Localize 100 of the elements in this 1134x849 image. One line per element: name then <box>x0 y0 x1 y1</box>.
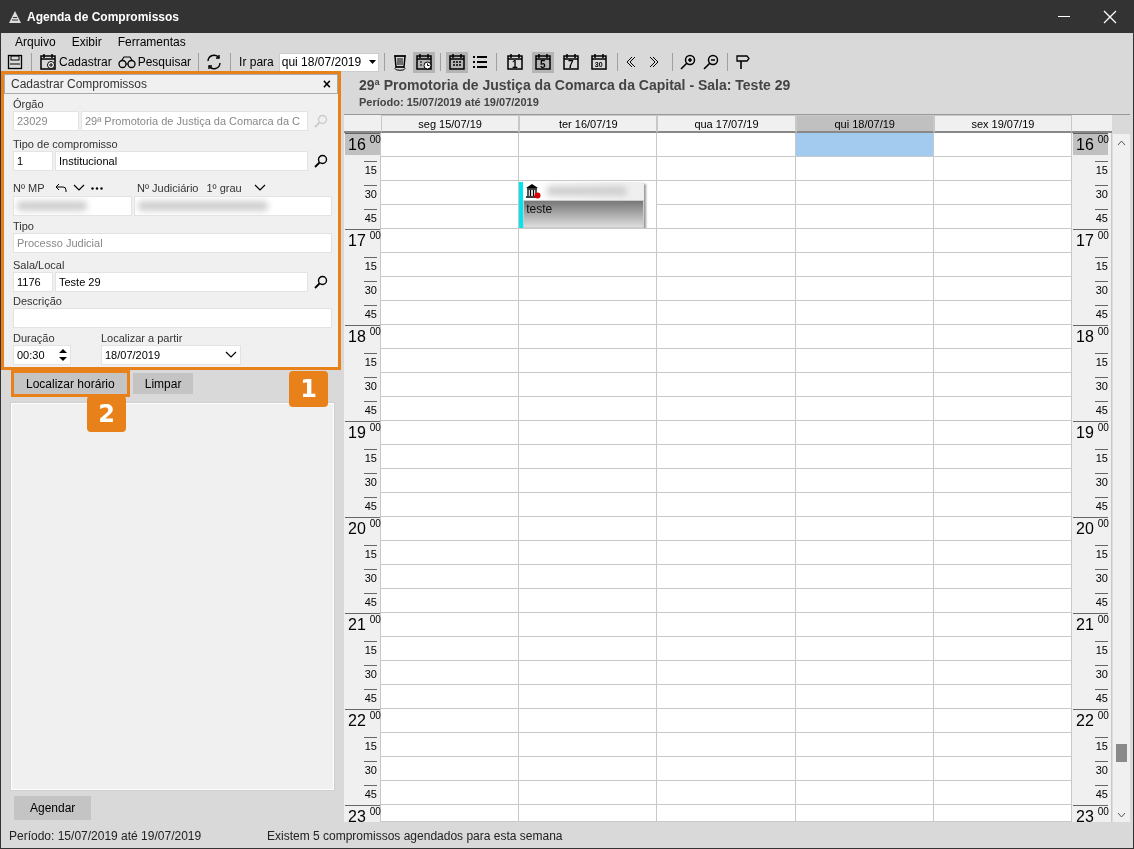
time-slot[interactable] <box>381 613 520 637</box>
time-slot[interactable] <box>933 133 1072 157</box>
time-slot[interactable] <box>519 157 658 181</box>
time-slot[interactable] <box>795 349 934 373</box>
day-header[interactable]: ter 16/07/19 <box>519 115 658 133</box>
day-header[interactable]: seg 15/07/19 <box>381 115 520 133</box>
time-slot[interactable] <box>519 445 658 469</box>
time-slot[interactable] <box>381 637 520 661</box>
time-slot[interactable] <box>933 229 1072 253</box>
date-dropdown[interactable]: qui 18/07/2019 <box>278 52 379 72</box>
day-header[interactable]: qua 17/07/19 <box>657 115 796 133</box>
description-field[interactable] <box>13 308 332 328</box>
time-slot[interactable] <box>657 661 796 685</box>
time-slot[interactable] <box>657 805 796 822</box>
day-view-button[interactable]: 1 <box>503 51 526 73</box>
time-slot[interactable] <box>381 133 520 157</box>
day-view-button[interactable]: 7 <box>559 51 582 73</box>
time-slot[interactable] <box>381 733 520 757</box>
close-button[interactable]: × <box>322 77 331 91</box>
time-slot[interactable] <box>519 373 658 397</box>
calendar-clock-button[interactable] <box>412 51 435 73</box>
time-slot[interactable] <box>795 277 934 301</box>
time-slot[interactable] <box>933 445 1072 469</box>
time-slot[interactable] <box>519 565 658 589</box>
time-slot[interactable] <box>519 397 658 421</box>
time-slot[interactable] <box>381 325 520 349</box>
time-slot[interactable] <box>795 733 934 757</box>
time-slot[interactable] <box>381 229 520 253</box>
time-slot[interactable] <box>657 685 796 709</box>
time-slot[interactable] <box>519 229 658 253</box>
time-slot[interactable] <box>933 805 1072 822</box>
time-slot[interactable] <box>933 349 1072 373</box>
time-slot[interactable] <box>519 637 658 661</box>
time-slot[interactable] <box>795 229 934 253</box>
time-slot[interactable] <box>657 589 796 613</box>
time-slot[interactable] <box>795 685 934 709</box>
time-slot[interactable] <box>795 517 934 541</box>
time-slot[interactable] <box>519 349 658 373</box>
time-slot[interactable] <box>933 517 1072 541</box>
time-slot[interactable] <box>933 781 1072 805</box>
name-field[interactable]: Institucional <box>55 151 308 171</box>
time-slot[interactable] <box>933 589 1072 613</box>
time-slot[interactable] <box>657 421 796 445</box>
calendar-grid-button[interactable] <box>445 51 468 73</box>
time-slot[interactable] <box>933 157 1072 181</box>
search-button[interactable]: Pesquisar <box>115 51 194 73</box>
time-slot[interactable] <box>657 397 796 421</box>
time-slot[interactable] <box>933 181 1072 205</box>
time-slot[interactable] <box>519 469 658 493</box>
time-slot[interactable] <box>519 805 658 822</box>
time-slot[interactable] <box>657 493 796 517</box>
menu-item[interactable]: Exibir <box>63 35 110 49</box>
time-slot[interactable] <box>657 517 796 541</box>
time-slot[interactable] <box>381 253 520 277</box>
time-slot[interactable] <box>519 613 658 637</box>
time-slot[interactable] <box>933 277 1072 301</box>
time-slot[interactable] <box>519 589 658 613</box>
time-slot[interactable] <box>933 661 1072 685</box>
time-slot[interactable] <box>381 397 520 421</box>
time-slot[interactable] <box>795 253 934 277</box>
time-slot[interactable] <box>657 325 796 349</box>
time-slot[interactable] <box>933 565 1072 589</box>
register-button[interactable]: Cadastrar <box>37 51 114 73</box>
action-button[interactable]: Limpar <box>132 373 194 394</box>
name-field[interactable]: Teste 29 <box>55 272 308 292</box>
time-slot[interactable] <box>657 757 796 781</box>
time-slot[interactable] <box>381 709 520 733</box>
time-slot[interactable] <box>381 181 520 205</box>
time-slot[interactable] <box>519 541 658 565</box>
time-slot[interactable] <box>795 181 934 205</box>
time-slot[interactable] <box>795 709 934 733</box>
time-slot[interactable] <box>519 685 658 709</box>
time-slot[interactable] <box>657 205 796 229</box>
time-slot[interactable] <box>519 757 658 781</box>
duration-spinner[interactable]: 00:30 <box>13 345 71 365</box>
time-slot[interactable] <box>795 805 934 822</box>
time-slot[interactable] <box>657 445 796 469</box>
time-slot[interactable] <box>657 157 796 181</box>
time-slot[interactable] <box>795 469 934 493</box>
time-slot[interactable] <box>933 325 1072 349</box>
time-slot[interactable] <box>657 229 796 253</box>
time-slot[interactable] <box>657 781 796 805</box>
time-slot[interactable] <box>795 613 934 637</box>
time-slot[interactable] <box>519 709 658 733</box>
time-slot[interactable] <box>519 421 658 445</box>
time-slot[interactable] <box>657 373 796 397</box>
scroll-down-icon[interactable] <box>1117 812 1126 818</box>
menu-item[interactable]: Arquivo <box>7 35 64 49</box>
time-slot[interactable] <box>795 397 934 421</box>
time-slot[interactable] <box>657 733 796 757</box>
time-slot[interactable] <box>933 709 1072 733</box>
code-field[interactable]: 1 <box>13 151 53 171</box>
time-slot[interactable] <box>795 757 934 781</box>
time-slot[interactable] <box>795 373 934 397</box>
time-slot[interactable] <box>795 205 934 229</box>
scrollbar-thumb[interactable] <box>1116 744 1127 762</box>
code-field[interactable]: 1176 <box>13 272 53 292</box>
time-slot[interactable] <box>933 301 1072 325</box>
day-header[interactable]: sex 19/07/19 <box>933 115 1072 133</box>
time-slot[interactable] <box>381 373 520 397</box>
